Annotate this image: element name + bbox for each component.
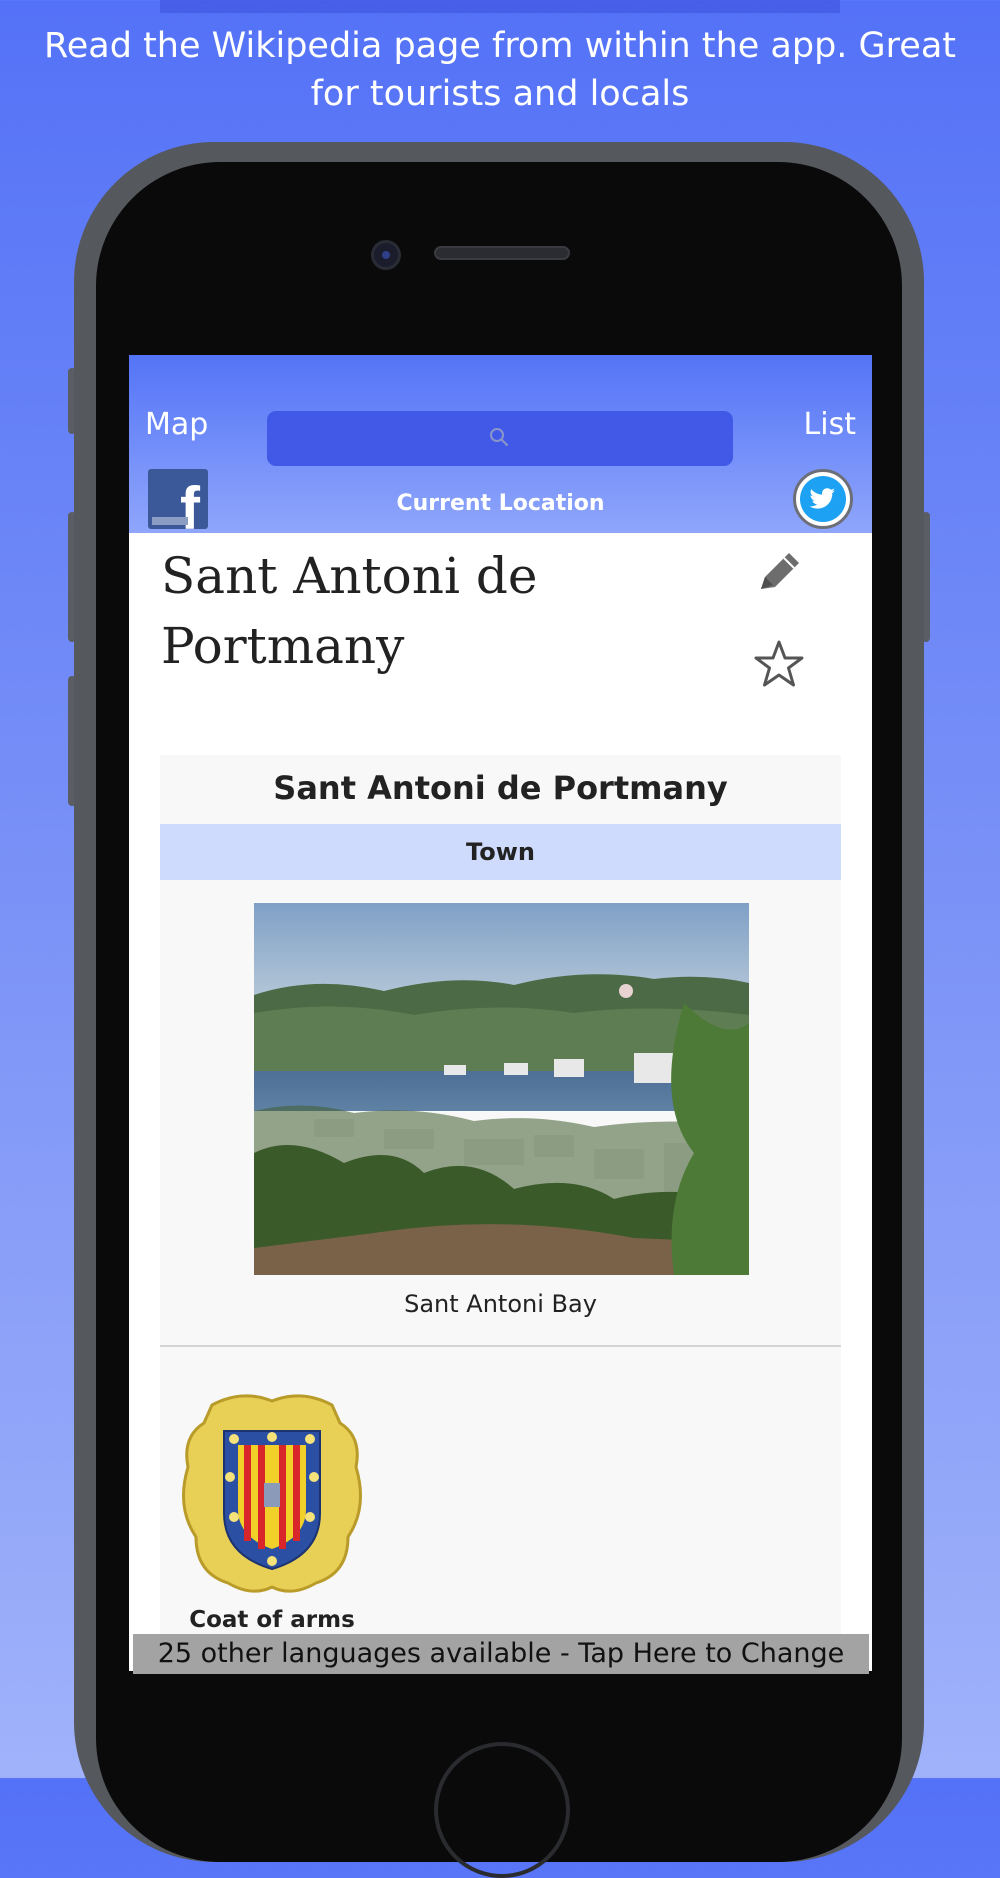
twitter-icon-circle [800,476,846,522]
pencil-icon[interactable] [751,545,807,601]
map-button[interactable]: Map [145,407,208,442]
facebook-icon-strip [152,517,188,525]
bay-photo[interactable] [254,903,749,1275]
app-screen: Map List f Current Location Sant Antoni … [129,355,872,1671]
top-strip [160,0,840,13]
coat-of-arms-label: Coat of arms [189,1607,355,1633]
front-camera [371,240,401,270]
home-button[interactable] [434,1742,570,1878]
current-location-label[interactable]: Current Location [279,491,722,516]
infobox: Sant Antoni de Portmany Town Sant Antoni… [160,755,841,1671]
infobox-divider [160,1345,841,1347]
list-button[interactable]: List [804,407,856,442]
infobox-type: Town [160,824,841,880]
star-icon[interactable] [751,637,807,693]
twitter-icon [809,488,835,509]
infobox-title: Sant Antoni de Portmany [273,769,728,807]
twitter-share-button[interactable] [793,469,853,529]
search-icon [490,428,509,447]
coat-of-arms-image[interactable] [172,1387,372,1597]
article-title: Sant Antoni de Portmany [161,547,538,675]
promo-headline: Read the Wikipedia page from within the … [44,26,956,114]
search-input[interactable] [267,411,733,466]
article-content: Sant Antoni de Portmany Sant Antoni de P… [129,533,872,1671]
photo-caption: Sant Antoni Bay [404,1290,597,1318]
bay-photo-image [254,903,749,1275]
earpiece-speaker [434,246,570,260]
navigation-bar: Map List f Current Location [129,355,872,533]
language-change-bar[interactable]: 25 other languages available - Tap Here … [133,1634,869,1674]
facebook-share-button[interactable]: f [148,469,208,529]
